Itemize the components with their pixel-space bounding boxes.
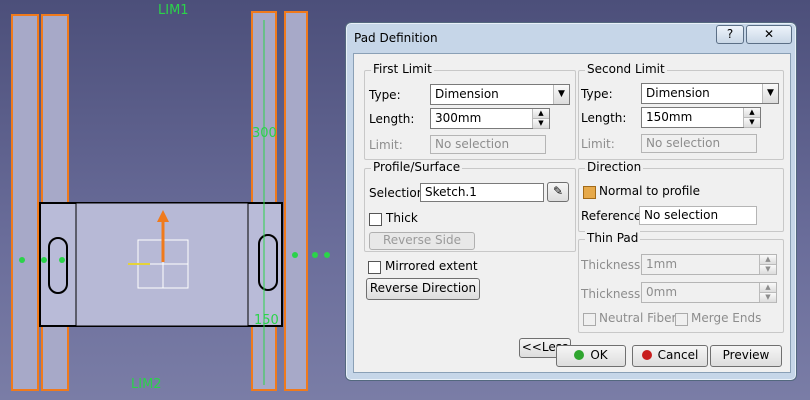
selection-value: Sketch.1 [425,185,477,199]
ok-icon [574,350,585,360]
neutral-fiber-label: Neutral Fiber [599,311,677,325]
dialog-titlebar[interactable]: Pad Definition ? ✕ [346,23,796,49]
first-type-value: Dimension [435,87,499,101]
neutral-fiber-checkbox [583,313,596,326]
reference-field[interactable]: No selection [639,206,757,225]
second-type-select[interactable]: Dimension ▼ [641,83,779,104]
thickness2-input: 0mm ▲ ▼ [641,282,777,303]
pad-definition-dialog: Pad Definition ? ✕ First Limit Type: Dim… [345,22,797,381]
pencil-icon: ✎ [552,184,564,198]
first-limit-title: First Limit [371,62,434,76]
reverse-direction-button[interactable]: Reverse Direction [366,278,480,300]
second-length-input[interactable]: 150mm ▲ ▼ [641,107,761,128]
profile-title: Profile/Surface [371,160,463,174]
thin-pad-title: Thin Pad [585,231,641,245]
help-button[interactable]: ? [716,25,744,44]
mirrored-extent-label: Mirrored extent [385,259,478,273]
chevron-down-icon[interactable]: ▼ [553,85,569,104]
second-limit-label: Limit: [581,137,615,151]
normal-to-profile-label: Normal to profile [599,184,700,198]
direction-title: Direction [585,160,644,174]
second-limit-field: No selection [641,134,757,153]
lim2-label: LIM2 [131,377,162,392]
thick-label: Thick [386,211,418,225]
direction-group: Direction Normal to profile Reference: N… [578,160,784,232]
cancel-icon [641,350,652,360]
first-length-label: Length: [369,112,415,126]
first-length-input[interactable]: 300mm ▲ ▼ [430,108,550,129]
thickness1-label: Thickness1 [581,258,648,272]
edit-sketch-button[interactable]: ✎ [547,182,569,202]
spinner-icon[interactable]: ▲ ▼ [532,109,549,129]
cancel-button[interactable]: Cancel [632,345,708,367]
merge-ends-label: Merge Ends [691,311,762,325]
first-limit-value: No selection [435,137,510,151]
dialog-body: First Limit Type: Dimension ▼ Length: 30… [353,53,791,373]
thick-checkbox[interactable] [369,213,382,226]
merge-ends-checkbox [675,313,688,326]
thickness1-input: 1mm ▲ ▼ [641,254,777,275]
first-limit-label: Limit: [369,138,403,152]
second-limit-group: Second Limit Type: Dimension ▼ Length: 1… [578,62,784,160]
first-type-label: Type: [369,88,401,102]
first-type-select[interactable]: Dimension ▼ [430,84,570,105]
dimension-150[interactable]: 150 [254,313,279,328]
close-button[interactable]: ✕ [746,25,792,44]
second-limit-value: No selection [646,136,721,150]
preview-button[interactable]: Preview [710,345,782,367]
first-limit-field: No selection [430,135,546,154]
dimension-300[interactable]: 300 [252,126,277,141]
reference-label: Reference: [581,209,646,223]
ok-label: OK [590,348,608,362]
normal-to-profile-checkbox[interactable] [583,186,596,199]
second-type-label: Type: [581,87,613,101]
reference-value: No selection [644,208,719,222]
second-length-label: Length: [581,111,627,125]
profile-surface-group: Profile/Surface Selection: Sketch.1 ✎ Th… [364,160,576,252]
second-length-value: 150mm [646,110,693,124]
dialog-title: Pad Definition [354,31,438,45]
thickness1-value: 1mm [646,257,678,271]
second-limit-title: Second Limit [585,62,667,76]
thickness2-value: 0mm [646,285,678,299]
second-type-value: Dimension [646,86,710,100]
ok-button[interactable]: OK [556,345,626,367]
thin-pad-group: Thin Pad Thickness1 1mm ▲ ▼ Thickness2: 0… [578,231,784,333]
first-limit-group: First Limit Type: Dimension ▼ Length: 30… [364,62,576,160]
mirrored-extent-checkbox[interactable] [368,261,381,274]
first-length-value: 300mm [435,111,482,125]
selection-field[interactable]: Sketch.1 [420,183,544,202]
lim1-label: LIM1 [158,3,189,18]
spinner-icon: ▲ ▼ [759,283,776,303]
spinner-icon: ▲ ▼ [759,255,776,275]
cancel-label: Cancel [657,348,699,362]
chevron-down-icon[interactable]: ▼ [762,84,778,103]
pad-geometry [11,11,330,391]
reverse-side-button[interactable]: Reverse Side [369,232,475,250]
spinner-icon[interactable]: ▲ ▼ [743,108,760,128]
